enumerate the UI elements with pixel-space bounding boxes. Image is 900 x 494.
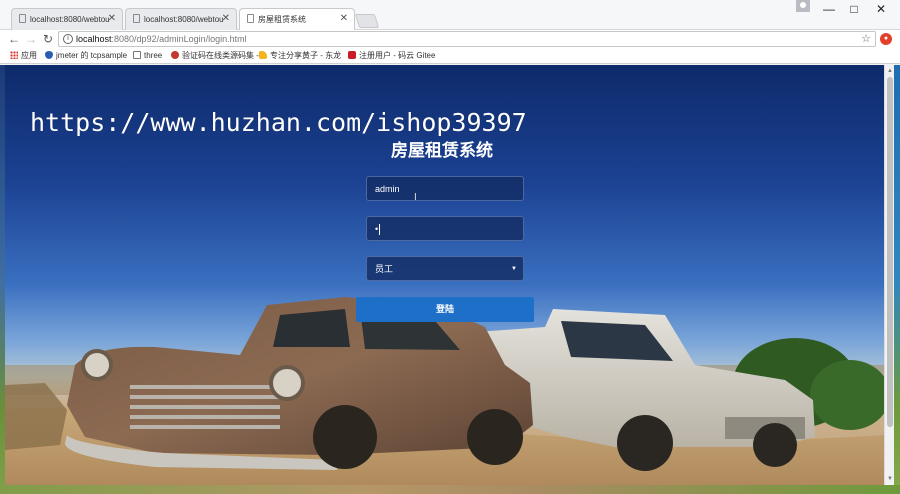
vertical-scrollbar[interactable]: ▲ ▼ [884,65,894,485]
text-caret [379,224,380,235]
bookmark-gitee[interactable]: 注册用户 - 码云 Gitee [348,50,435,62]
url-text: localhost:8080/dp92/adminLogin/login.htm… [76,34,247,44]
page-icon [133,14,140,23]
user-profile-icon[interactable] [796,0,810,12]
login-button[interactable]: 登陆 [356,297,534,322]
gitee-icon [348,51,356,59]
bookmark-star-icon[interactable]: ☆ [861,32,871,46]
page-title: 房屋租赁系统 [391,141,493,160]
site-icon [171,51,179,59]
hand-icon [259,51,267,59]
reload-icon[interactable]: ↻ [40,31,56,47]
minimize-button[interactable]: — [818,1,840,17]
new-tab-button[interactable] [354,14,380,28]
browser-tab-2[interactable]: localhost:8080/webtou ✕ [125,8,237,30]
forward-arrow-icon[interactable]: → [23,31,39,47]
page-icon [133,51,141,59]
bookmark-captcha[interactable]: 验证码在线类源码集 - [171,50,259,62]
browser-tab-1[interactable]: localhost:8080/webtou ✕ [11,8,123,30]
info-icon[interactable]: i [63,34,73,44]
tab-title: localhost:8080/webtou [30,15,110,24]
back-arrow-icon[interactable]: ← [6,31,22,47]
bookmarks-bar: 应用 jmeter 的 tcpsample three 验证码在线类源码集 - … [0,48,900,64]
bookmark-three[interactable]: three [133,50,162,62]
page-icon [19,14,26,23]
tab-title: localhost:8080/webtou [144,15,224,24]
address-bar[interactable]: i localhost:8080/dp92/adminLogin/login.h… [58,31,876,47]
scroll-up-arrow-icon[interactable]: ▲ [886,67,894,75]
dropdown-arrow-icon: ▼ [511,266,517,272]
scroll-down-arrow-icon[interactable]: ▼ [886,475,894,483]
username-input[interactable]: admin [366,176,524,201]
desktop-edge-bottom [0,485,900,494]
watermark-text: https://www.huzhan.com/ishop39397 [30,108,527,137]
browser-toolbar: ← → ↻ i localhost:8080/dp92/adminLogin/l… [0,30,900,48]
page-icon [247,14,254,23]
role-selected-value: 员工 [375,264,394,274]
extension-icon[interactable]: ● [880,33,892,45]
page-viewport: https://www.huzhan.com/ishop39397 房屋租赁系统… [5,65,884,485]
password-value: • [375,224,379,234]
browser-titlebar: localhost:8080/webtou ✕ localhost:8080/w… [0,0,900,31]
bookmark-jmeter[interactable]: jmeter 的 tcpsample [45,50,127,62]
tab-close-icon[interactable]: ✕ [340,13,348,24]
password-input[interactable]: • [366,216,524,241]
bookmark-apps[interactable]: 应用 [10,50,37,62]
desktop-edge-right [894,65,900,494]
text-cursor-icon: I [414,192,417,203]
tab-close-icon[interactable]: ✕ [222,13,230,24]
close-window-button[interactable]: ✕ [870,1,892,17]
shield-icon [45,51,53,59]
tab-title: 房屋租赁系统 [258,15,306,24]
role-select[interactable]: 员工 ▼ [366,256,524,281]
maximize-button[interactable]: □ [843,1,865,17]
username-value: admin [375,184,400,194]
browser-tab-active[interactable]: 房屋租赁系统 ✕ [239,8,355,31]
apps-icon [10,51,18,59]
bookmark-share[interactable]: 专注分享黄子 - 东龙 [259,50,341,62]
tab-close-icon[interactable]: ✕ [108,13,116,24]
scroll-thumb[interactable] [887,77,893,427]
